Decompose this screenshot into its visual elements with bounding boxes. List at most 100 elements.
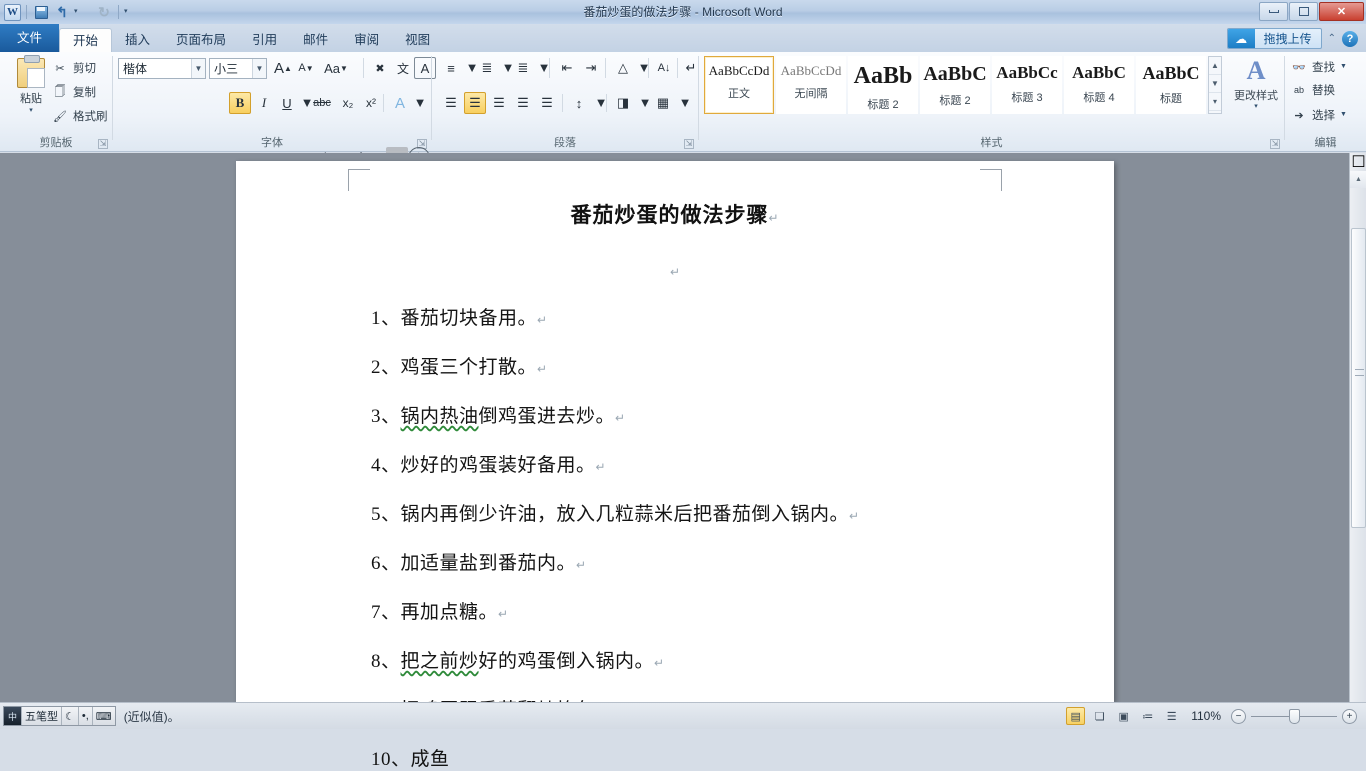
styles-scroll-down-icon[interactable]: ▼ — [1209, 75, 1221, 93]
select-browse-object-icon[interactable]: ☐ — [1350, 153, 1366, 171]
tab-home[interactable]: 开始 — [59, 28, 112, 52]
print-layout-icon[interactable]: ▤ — [1066, 707, 1085, 725]
restore-button[interactable] — [1289, 2, 1318, 21]
change-styles-dropdown-icon[interactable]: ▾ — [1227, 103, 1285, 111]
change-styles-button[interactable]: A 更改样式 ▾ — [1227, 56, 1285, 111]
paragraph-dialog-launcher[interactable]: ⇲ — [684, 139, 694, 149]
list-item[interactable]: 1、番茄切块备用。↵ — [371, 303, 1114, 330]
paste-button[interactable]: 粘贴 ▾ — [10, 58, 52, 116]
find-dropdown-icon[interactable]: ▼ — [1340, 58, 1347, 76]
list-item[interactable]: 6、加适量盐到番茄内。↵ — [371, 548, 1114, 575]
ime-logo-icon[interactable]: 中 — [4, 707, 22, 725]
step-text: 鸡蛋三个打散。 — [401, 357, 538, 378]
copy-button[interactable]: 🗍 复制 — [52, 84, 96, 100]
tab-insert[interactable]: 插入 — [112, 28, 163, 52]
align-right-button[interactable]: ☰ — [488, 92, 510, 114]
close-button[interactable]: ✕ — [1319, 2, 1364, 21]
align-justify-button[interactable]: ☰ — [512, 92, 534, 114]
sort-button[interactable]: △ — [612, 57, 634, 79]
find-label: 查找 — [1312, 59, 1335, 75]
style-item-title[interactable]: AaBbC 标题 — [1136, 56, 1206, 114]
zoom-level[interactable]: 110% — [1191, 709, 1221, 723]
tab-references[interactable]: 引用 — [239, 28, 290, 52]
sort-dropdown-icon[interactable]: ▼ — [633, 57, 655, 79]
styles-more-icon[interactable]: ▾ — [1209, 93, 1221, 111]
sort-az-button[interactable]: A↓ — [653, 57, 675, 79]
tab-file[interactable]: 文件 — [0, 24, 59, 52]
scrollbar-thumb[interactable] — [1351, 228, 1366, 528]
list-item[interactable]: 5、锅内再倒少许油，放入几粒蒜米后把番茄倒入锅内。↵ — [371, 499, 1114, 526]
scroll-up-icon[interactable]: ▲ — [1350, 171, 1366, 188]
full-screen-reading-icon[interactable]: ❏ — [1090, 707, 1109, 725]
list-item[interactable]: 8、把之前炒好的鸡蛋倒入锅内。↵ — [371, 646, 1114, 673]
document-page[interactable]: 番茄炒蛋的做法步骤↵ ↵ 1、番茄切块备用。↵ 2、鸡蛋三个打散。↵ 3、锅内热… — [236, 161, 1114, 702]
list-item[interactable]: 4、炒好的鸡蛋装好备用。↵ — [371, 450, 1114, 477]
spelling-error-text: 锅内热油 — [401, 406, 479, 427]
list-item[interactable]: 2、鸡蛋三个打散。↵ — [371, 352, 1114, 379]
clipboard-dialog-launcher[interactable]: ⇲ — [98, 139, 108, 149]
borders-dropdown-icon[interactable]: ▼ — [674, 92, 696, 114]
numbering-button[interactable]: ≣ — [476, 57, 498, 79]
minimize-button[interactable] — [1259, 2, 1288, 21]
list-item[interactable]: 10、成鱼 — [371, 744, 1114, 771]
line-spacing-button[interactable]: ↕ — [568, 92, 590, 114]
vertical-scrollbar[interactable]: ☐ ▲ — [1349, 153, 1366, 702]
ime-moon-icon[interactable]: ☾ — [62, 707, 79, 725]
cut-button[interactable]: ✂ 剪切 — [52, 60, 96, 76]
drag-upload-button[interactable]: ☁ 拖拽上传 — [1227, 28, 1322, 49]
styles-group-label: 样式 — [699, 134, 1284, 150]
line-spacing-dropdown-icon[interactable]: ▼ — [590, 92, 612, 114]
align-left-button[interactable]: ☰ — [440, 92, 462, 114]
decrease-indent-button[interactable]: ⇤ — [556, 57, 578, 79]
status-text: (近似值)。 — [124, 708, 180, 725]
tab-view[interactable]: 视图 — [392, 28, 443, 52]
outline-icon[interactable]: ≔ — [1138, 707, 1157, 725]
style-item-wujiange[interactable]: AaBbCcDd 无间隔 — [776, 56, 846, 114]
ime-toolbar[interactable]: 中 五笔型 ☾ •, ⌨ — [3, 706, 116, 726]
title-bar: W ↰ ▾ ↻ ▾ 番茄炒蛋的做法步骤 - Microsoft Word ✕ — [0, 0, 1366, 24]
increase-indent-button[interactable]: ⇥ — [580, 57, 602, 79]
style-item-heading-3[interactable]: AaBbCc 标题 3 — [992, 56, 1062, 114]
select-dropdown-icon[interactable]: ▼ — [1340, 106, 1347, 124]
styles-scroll-up-icon[interactable]: ▲ — [1209, 57, 1221, 75]
zoom-out-button[interactable]: − — [1231, 709, 1246, 724]
style-item-heading-2[interactable]: AaBbC 标题 2 — [920, 56, 990, 114]
window-title: 番茄炒蛋的做法步骤 - Microsoft Word — [0, 0, 1366, 24]
shading-button[interactable]: ◨ — [612, 92, 634, 114]
bullets-button[interactable]: ≡ — [440, 57, 462, 79]
style-item-zhengwen[interactable]: AaBbCcDd 正文 — [704, 56, 774, 114]
align-center-button[interactable]: ☰ — [464, 92, 486, 114]
window-controls: ✕ — [1259, 2, 1364, 21]
format-painter-button[interactable]: 🖌 格式刷 — [52, 108, 108, 124]
zoom-in-button[interactable]: + — [1342, 709, 1357, 724]
borders-button[interactable]: ▦ — [652, 92, 674, 114]
multilevel-list-button[interactable]: ≣ — [512, 57, 534, 79]
replace-button[interactable]: ab 替换 — [1291, 82, 1335, 98]
help-icon[interactable]: ? — [1342, 31, 1358, 47]
step-text: 炒好的鸡蛋装好备用。 — [401, 455, 596, 476]
select-button[interactable]: ➔ 选择 ▼ — [1291, 106, 1347, 124]
ime-keyboard-icon[interactable]: ⌨ — [93, 707, 115, 725]
list-item[interactable]: 7、再加点糖。↵ — [371, 597, 1114, 624]
style-item-heading-4[interactable]: AaBbC 标题 4 — [1064, 56, 1134, 114]
collapse-ribbon-icon[interactable]: ⌃ — [1328, 33, 1336, 44]
multilevel-dropdown-icon[interactable]: ▼ — [533, 57, 555, 79]
ime-punctuation-icon[interactable]: •, — [79, 707, 93, 725]
list-item[interactable]: 3、锅内热油倒鸡蛋进去炒。↵ — [371, 401, 1114, 428]
ime-name[interactable]: 五笔型 — [22, 707, 62, 725]
styles-dialog-launcher[interactable]: ⇲ — [1270, 139, 1280, 149]
style-preview: AaBbC — [1137, 63, 1205, 84]
zoom-slider-thumb[interactable] — [1289, 709, 1300, 724]
draft-icon[interactable]: ☰ — [1162, 707, 1181, 725]
web-layout-icon[interactable]: ▣ — [1114, 707, 1133, 725]
zoom-slider[interactable] — [1251, 716, 1337, 717]
tab-mailings[interactable]: 邮件 — [290, 28, 341, 52]
find-button[interactable]: 👓 查找 ▼ — [1291, 58, 1347, 76]
styles-gallery-scrollbar[interactable]: ▲ ▼ ▾ — [1208, 56, 1222, 114]
tab-page-layout[interactable]: 页面布局 — [163, 28, 239, 52]
paste-dropdown-icon[interactable]: ▾ — [10, 106, 52, 116]
tab-review[interactable]: 审阅 — [341, 28, 392, 52]
distribute-button[interactable]: ☰ — [536, 92, 558, 114]
style-item-heading-1[interactable]: AaBb 标题 2 — [848, 56, 918, 114]
ribbon-tab-bar: 文件 开始 插入 页面布局 引用 邮件 审阅 视图 ☁ 拖拽上传 ⌃ ? — [0, 24, 1366, 52]
